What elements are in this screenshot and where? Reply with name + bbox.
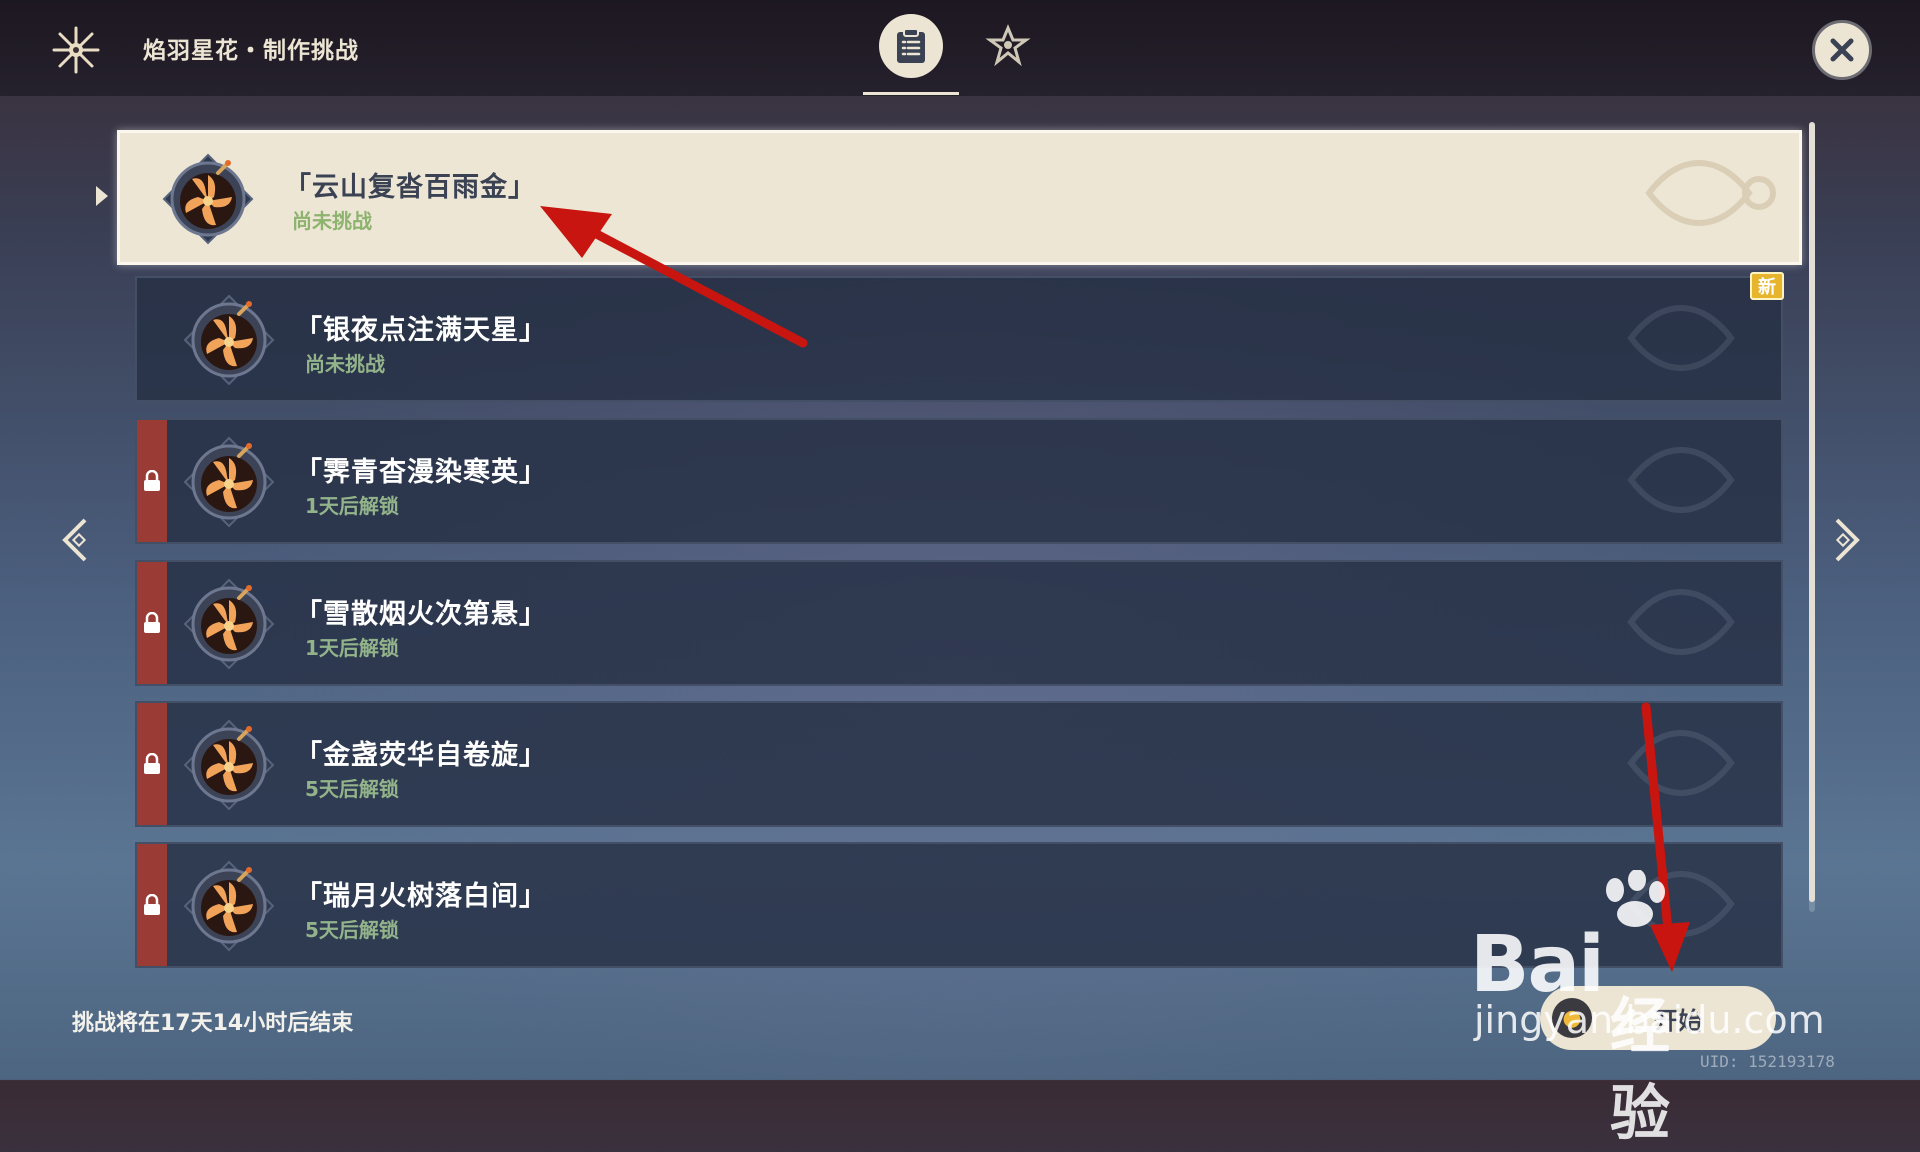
previous-page-button[interactable] xyxy=(56,518,96,562)
firework-ball-icon xyxy=(181,717,277,813)
challenge-row-4[interactable]: 「雪散烟火次第悬」 1天后解锁 xyxy=(135,560,1783,686)
challenge-row-1[interactable]: 「云山复沓百雨金」 尚未挑战 xyxy=(117,130,1802,265)
confirm-icon: ● xyxy=(1552,998,1592,1038)
page-title: 焰羽星花・制作挑战 xyxy=(143,38,359,64)
challenge-name: 「金盏荧华自卷旋」 xyxy=(295,740,547,771)
lock-bar xyxy=(137,420,167,542)
challenge-row-2[interactable]: 「银夜点注满天星」 尚未挑战 xyxy=(135,276,1783,402)
challenge-row-3[interactable]: 「霁青杳漫染寒英」 1天后解锁 xyxy=(135,418,1783,544)
lock-icon xyxy=(144,470,160,491)
challenge-status: 尚未挑战 xyxy=(292,209,372,233)
chevron-left-icon xyxy=(62,518,87,562)
ornament-icon xyxy=(1627,589,1735,655)
challenge-row-5[interactable]: 「金盏荧华自卷旋」 5天后解锁 xyxy=(135,701,1783,827)
ornament-icon xyxy=(1627,730,1735,796)
challenge-name: 「银夜点注满天星」 xyxy=(295,315,547,346)
lock-icon xyxy=(144,753,160,774)
close-icon xyxy=(1830,38,1854,62)
firework-ball-icon xyxy=(181,576,277,672)
challenge-status: 1天后解锁 xyxy=(305,636,399,660)
challenge-name: 「霁青杳漫染寒英」 xyxy=(295,457,547,488)
challenge-status: 5天后解锁 xyxy=(305,777,399,801)
start-button-label: 开始 xyxy=(1654,1006,1702,1035)
ornament-icon xyxy=(1645,160,1776,226)
firework-ball-icon xyxy=(181,434,277,530)
firework-ball-icon xyxy=(181,292,277,388)
chevron-right-icon xyxy=(1835,518,1860,562)
top-bar: 焰羽星花・制作挑战 xyxy=(0,0,1920,96)
challenge-timer: 挑战将在17天14小时后结束 xyxy=(72,1011,354,1036)
uid-label: UID: 152193178 xyxy=(1700,1052,1835,1071)
lock-bar xyxy=(137,562,167,684)
challenge-name: 「云山复沓百雨金」 xyxy=(284,172,536,203)
challenge-status: 尚未挑战 xyxy=(305,352,385,376)
next-page-button[interactable] xyxy=(1826,518,1866,562)
ornament-icon xyxy=(1627,871,1735,937)
challenge-list: 「云山复沓百雨金」 尚未挑战 「银夜点注满天星」 尚未挑战 「霁青杳漫染寒英」 … xyxy=(0,0,1920,1080)
tab-circle xyxy=(879,14,943,78)
close-button[interactable] xyxy=(1812,20,1872,80)
firework-emblem-icon xyxy=(48,24,104,76)
new-badge: 新 xyxy=(1750,272,1784,300)
list-scrollbar[interactable] xyxy=(1809,122,1815,912)
challenge-row-6[interactable]: 「瑞月火树落白间」 5天后解锁 xyxy=(135,842,1783,968)
lock-bar xyxy=(137,703,167,825)
firework-ball-icon xyxy=(181,858,277,954)
tab-circle xyxy=(976,14,1040,78)
start-button[interactable]: ● 开始 xyxy=(1540,986,1776,1050)
challenge-status: 5天后解锁 xyxy=(305,918,399,942)
lock-icon xyxy=(144,612,160,633)
firework-ball-icon xyxy=(160,151,256,247)
selection-indicator-icon xyxy=(96,186,108,206)
lock-bar xyxy=(137,844,167,966)
challenge-name: 「瑞月火树落白间」 xyxy=(295,881,547,912)
lock-icon xyxy=(144,894,160,915)
challenge-name: 「雪散烟火次第悬」 xyxy=(295,599,547,630)
challenge-status: 1天后解锁 xyxy=(305,494,399,518)
tab-challenge-list[interactable] xyxy=(863,14,959,95)
ornament-icon xyxy=(1627,447,1735,513)
challenge-list-icon xyxy=(897,28,925,63)
scrollbar-thumb[interactable] xyxy=(1809,122,1815,902)
active-tab-underline xyxy=(863,92,959,95)
firework-rules-icon xyxy=(985,24,1031,67)
ornament-icon xyxy=(1627,305,1735,371)
tab-firework-rules[interactable] xyxy=(960,14,1056,94)
